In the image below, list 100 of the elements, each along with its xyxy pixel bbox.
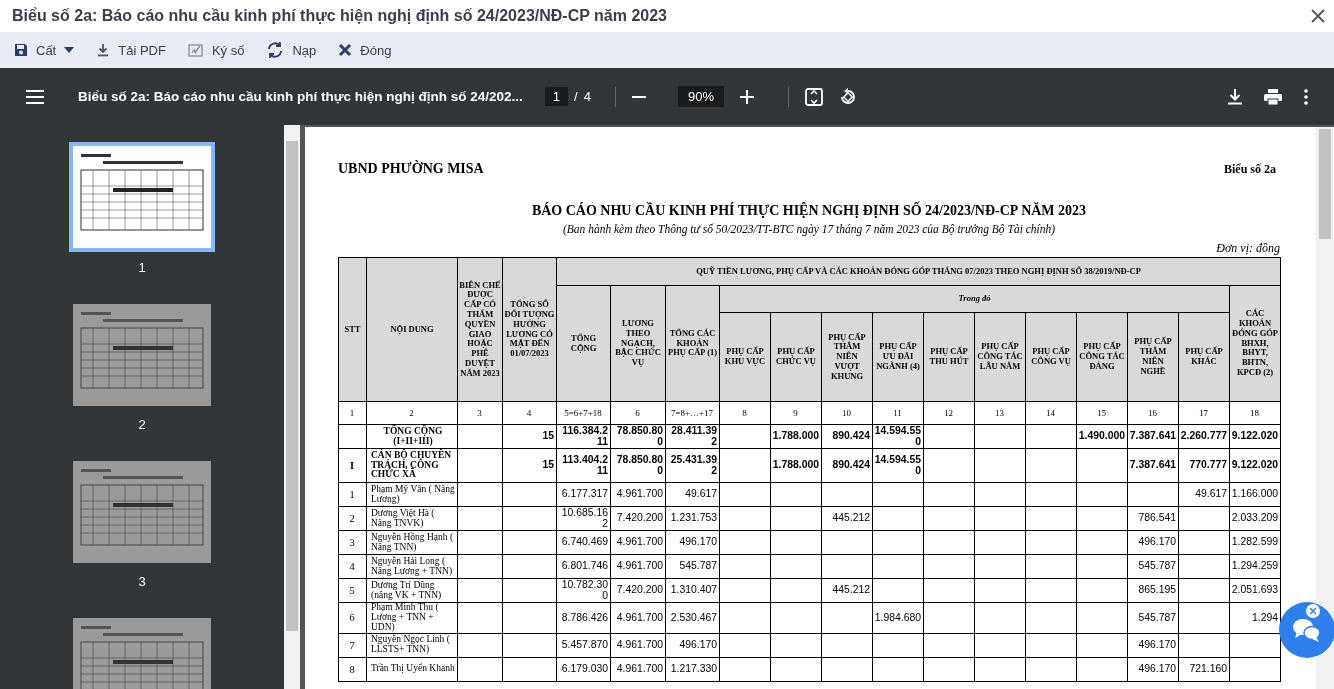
page-number-field[interactable]: 1 [544, 87, 569, 106]
table-cell: 10.685.162 [556, 506, 611, 531]
table-cell: 4.961.700 [610, 482, 666, 507]
report-subtitle: (Ban hành kèm theo Thông tư số 50/2023/TT-BTC ngày 17 tháng 7 năm 2023 của Bộ trưởng Bộ Tài chính) [561, 223, 1057, 235]
table-cell [1178, 530, 1230, 555]
table-cell: 545.787 [1127, 602, 1179, 634]
table-cell: 6 [338, 602, 367, 634]
close-icon[interactable] [1306, 604, 1320, 618]
page-thumbnail[interactable] [70, 301, 214, 409]
table-cell [974, 657, 1026, 682]
page-thumbnail[interactable] [70, 458, 214, 566]
column-header: PHỤ CẤP ƯU ĐÃI NGÀNH (4) [872, 312, 924, 402]
table-cell: 8.786.426 [556, 602, 611, 634]
table-cell [719, 633, 771, 658]
table-cell: 496.170 [665, 530, 720, 555]
table-cell [719, 554, 771, 579]
table-cell: 6.177.317 [556, 482, 611, 507]
fit-page-icon[interactable] [805, 87, 823, 106]
table-cell: 4.961.700 [610, 633, 666, 658]
column-number: 15 [1076, 401, 1128, 425]
table-cell: 6.801.746 [556, 554, 611, 579]
column-number: 2 [366, 401, 458, 425]
table-cell: 78.850.800 [610, 448, 666, 483]
column-number: 14 [1025, 401, 1077, 425]
table-cell: 4.961.700 [610, 530, 666, 555]
reload-icon [266, 41, 285, 59]
print-icon[interactable] [1264, 88, 1282, 105]
table-cell: 496.170 [1127, 530, 1179, 555]
table-cell [502, 633, 557, 658]
rotate-icon[interactable] [839, 87, 857, 106]
table-cell: 865.195 [1127, 578, 1179, 603]
table-cell [923, 482, 975, 507]
report-title: BÁO CÁO NHU CẦU KINH PHÍ THỰC HIỆN NGHỊ ĐỊNH SỐ 24/2023/NĐ-CP NĂM 2023 [530, 203, 1088, 219]
column-header: TỔNG SỐ ĐỐI TƯỢNG HƯỞNG LƯƠNG CÓ MẶT ĐẾN 01/07/2023 [502, 257, 557, 402]
table-cell [457, 506, 503, 531]
column-header: QUỸ TIỀN LƯƠNG, PHỤ CẤP VÀ CÁC KHOẢN ĐÓNG GÓP THÁNG 07/2023 THEO NGHỊ ĐỊNH SỐ 38/2019/NĐ-CP [556, 257, 1281, 286]
table-cell [1025, 424, 1077, 449]
form-code: Biểu số 2a [1224, 162, 1276, 177]
column-number: 9 [770, 401, 822, 425]
table-cell: 1.788.000 [770, 424, 822, 449]
table-cell [1025, 602, 1077, 634]
table-cell [1076, 530, 1128, 555]
close-icon [338, 43, 353, 57]
table-cell [770, 554, 822, 579]
table-cell: Phạm Minh Thu ( Lương + TNN + UDN) [366, 602, 458, 634]
table-cell: 49.617 [1178, 482, 1230, 507]
table-cell [923, 578, 975, 603]
table-cell [872, 482, 924, 507]
scrollbar[interactable] [1316, 127, 1334, 689]
table-cell [502, 657, 557, 682]
column-number: 3 [457, 401, 503, 425]
table-cell [872, 578, 924, 603]
table-cell [872, 506, 924, 531]
toolbar-button[interactable]: Ký số [185, 40, 247, 60]
table-cell: 113.404.211 [556, 448, 611, 483]
table-cell [1025, 506, 1077, 531]
table-cell [1076, 578, 1128, 603]
table-cell: I [338, 448, 367, 483]
table-cell: 1 [338, 482, 367, 507]
table-cell [770, 602, 822, 634]
table-cell: 1.490.000 [1076, 424, 1128, 449]
window-title: Biểu số 2a: Báo cáo nhu cầu kinh phí thực hiện nghị định số 24/2023/NĐ-CP năm 2023 [12, 7, 668, 25]
table-cell: 25.431.392 [665, 448, 720, 483]
toolbar-button[interactable]: Cất [12, 40, 77, 60]
download-icon[interactable] [1228, 88, 1242, 105]
toolbar-button[interactable]: Đóng [336, 40, 394, 60]
table-cell: Nguyễn Ngọc Linh ( LLSTS+ TNN) [366, 633, 458, 658]
table-cell: 786.541 [1127, 506, 1179, 531]
table-cell [1178, 554, 1230, 579]
zoom-in-icon[interactable] [740, 89, 754, 104]
table-cell: 14.594.550 [872, 448, 924, 483]
table-cell [1076, 506, 1128, 531]
table-cell [1178, 633, 1230, 658]
table-cell [502, 554, 557, 579]
menu-icon[interactable] [26, 89, 44, 104]
table-cell: Nguyễn Hải Long ( Nâng Lương + TNN) [366, 554, 458, 579]
scrollbar[interactable] [284, 125, 300, 689]
table-cell [821, 633, 873, 658]
table-cell: Dương Trí Dũng (nâng VK + TNN) [366, 578, 458, 603]
toolbar-button[interactable]: Nạp [264, 39, 319, 61]
table-cell [502, 506, 557, 531]
table-cell [770, 482, 822, 507]
table-cell: 4.961.700 [610, 602, 666, 634]
toolbar-button[interactable]: Tải PDF [94, 40, 168, 60]
table-cell [872, 657, 924, 682]
close-icon[interactable] [1310, 8, 1326, 24]
table-cell [872, 530, 924, 555]
table-cell [770, 633, 822, 658]
more-icon[interactable] [1304, 88, 1308, 105]
column-header: PHỤ CẤP CÔNG TÁC ĐẢNG [1076, 312, 1128, 402]
zoom-field[interactable]: 90% [677, 86, 724, 107]
table-cell: 3 [338, 530, 367, 555]
table-cell [770, 530, 822, 555]
column-number: 16 [1127, 401, 1179, 425]
table-cell [923, 448, 975, 483]
page-thumbnail[interactable] [69, 142, 215, 252]
column-number: 18 [1229, 401, 1281, 425]
table-cell [872, 554, 924, 579]
signature-icon [187, 43, 204, 57]
table-cell [1076, 602, 1128, 634]
